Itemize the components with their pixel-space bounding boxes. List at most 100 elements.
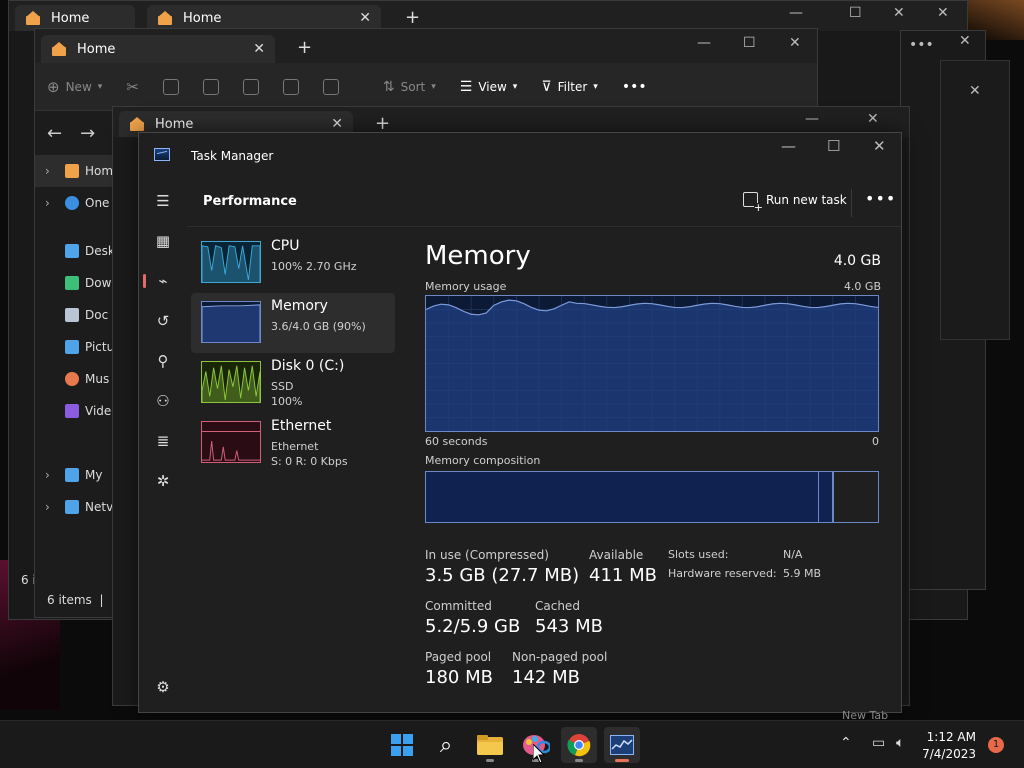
- network-status-icon[interactable]: ▭: [872, 735, 885, 751]
- device-item-cpu[interactable]: CPU 100% 2.70 GHz: [191, 233, 395, 293]
- more-options-icon[interactable]: •••: [865, 189, 896, 208]
- new-tab-icon[interactable]: +: [297, 37, 312, 58]
- stat-paged-pool: Paged pool 180 MB: [425, 650, 493, 688]
- forward-arrow-icon[interactable]: →: [80, 123, 95, 144]
- settings-gear-icon[interactable]: ⚙: [151, 675, 175, 699]
- usage-area: [426, 300, 878, 431]
- device-list: CPU 100% 2.70 GHz Memory 3.6/4.0 GB (90%…: [191, 233, 395, 473]
- task-manager-window[interactable]: Task Manager — ☐ ✕ ☰ ▦ ⌁ ↺ ⚲ ⚇ ≣ ✲ ⚙ Per…: [138, 132, 902, 713]
- memory-thumbnail: [201, 301, 261, 343]
- total-memory: 4.0 GB: [833, 253, 881, 269]
- explorer-toolbar: ⊕ New ▾ ✂ ⇅ Sort ▾ ☰ View ▾ ⊽ Filter ▾ •••: [35, 63, 817, 111]
- sort-icon: ⇅: [382, 78, 395, 95]
- new-button[interactable]: ⊕ New ▾: [35, 78, 114, 96]
- maximize-icon[interactable]: ☐: [827, 137, 840, 155]
- hamburger-icon[interactable]: ☰: [151, 189, 175, 213]
- chrome-taskbar-button[interactable]: [561, 727, 597, 763]
- search-button[interactable]: ⌕: [428, 727, 464, 763]
- processes-icon[interactable]: ▦: [151, 229, 175, 253]
- maximize-icon[interactable]: ☐: [849, 5, 862, 21]
- folder-icon: [477, 735, 503, 755]
- more-icon[interactable]: •••: [909, 37, 934, 53]
- users-icon[interactable]: ⚇: [151, 389, 175, 413]
- explorer-tab-home[interactable]: Home ✕: [41, 35, 275, 63]
- close-window-icon[interactable]: ✕: [893, 5, 905, 21]
- new-tab-icon[interactable]: +: [405, 7, 420, 28]
- minimize-icon[interactable]: —: [697, 35, 711, 51]
- task-manager-taskbar-button[interactable]: [604, 727, 640, 763]
- home-icon: [65, 164, 79, 178]
- cut-button[interactable]: ✂: [114, 78, 151, 96]
- nav-rail: ☰ ▦ ⌁ ↺ ⚲ ⚇ ≣ ✲ ⚙: [139, 179, 187, 712]
- download-icon: [65, 276, 79, 290]
- startup-apps-icon[interactable]: ⚲: [151, 349, 175, 373]
- paste-button[interactable]: [191, 78, 231, 95]
- details-icon[interactable]: ≣: [151, 429, 175, 453]
- hw-reserved-label: Hardware reserved:: [668, 567, 777, 580]
- close-window-icon[interactable]: ✕: [959, 33, 971, 49]
- rename-button[interactable]: [231, 78, 271, 95]
- device-detail: SSD 100%: [271, 380, 303, 408]
- network-icon: [65, 500, 79, 514]
- copy-button[interactable]: [151, 78, 191, 95]
- close-tab-icon[interactable]: ✕: [359, 10, 371, 26]
- minimize-icon[interactable]: —: [805, 111, 819, 127]
- sort-button[interactable]: ⇅ Sort ▾: [371, 79, 448, 95]
- performance-icon[interactable]: ⌁: [143, 269, 175, 293]
- close-window-icon[interactable]: ✕: [937, 5, 949, 21]
- notification-badge[interactable]: 1: [988, 737, 1004, 753]
- view-button[interactable]: ☰ View ▾: [448, 79, 530, 95]
- file-explorer-taskbar-button[interactable]: [472, 727, 508, 763]
- minimize-icon[interactable]: —: [781, 137, 796, 155]
- cloud-icon: [65, 196, 79, 210]
- close-window-icon[interactable]: ✕: [969, 83, 981, 99]
- chevron-right-icon: ›: [45, 500, 50, 514]
- paste-icon: [202, 78, 219, 95]
- share-button[interactable]: [271, 78, 311, 95]
- stat-available: Available 411 MB: [589, 548, 657, 586]
- disk-thumbnail: [201, 361, 261, 403]
- run-new-task-button[interactable]: Run new task: [743, 192, 847, 213]
- composition-label: Memory composition: [425, 454, 541, 467]
- time-axis-right: 0: [872, 435, 879, 448]
- delete-button[interactable]: [311, 78, 351, 95]
- chevron-down-icon: ▾: [512, 81, 518, 92]
- device-item-memory[interactable]: Memory 3.6/4.0 GB (90%): [191, 293, 395, 353]
- close-tab-icon[interactable]: ✕: [331, 116, 343, 132]
- back-arrow-icon[interactable]: ←: [47, 123, 62, 144]
- stat-committed: Committed 5.2/5.9 GB: [425, 599, 521, 637]
- chevron-down-icon: ▾: [431, 81, 436, 92]
- title-bar[interactable]: Task Manager — ☐ ✕: [139, 133, 901, 179]
- new-tab-icon[interactable]: +: [375, 113, 390, 134]
- share-icon: [282, 78, 299, 95]
- desktop-icon: [65, 244, 79, 258]
- device-item-ethernet[interactable]: Ethernet Ethernet S: 0 R: 0 Kbps: [191, 413, 395, 473]
- close-window-icon[interactable]: ✕: [873, 137, 886, 155]
- window-title: Task Manager: [191, 149, 274, 163]
- device-item-disk[interactable]: Disk 0 (C:) SSD 100%: [191, 353, 395, 413]
- close-window-icon[interactable]: ✕: [867, 111, 879, 127]
- app-history-icon[interactable]: ↺: [151, 309, 175, 333]
- home-icon: [25, 11, 41, 25]
- composition-modified: [819, 472, 833, 522]
- services-icon[interactable]: ✲: [151, 469, 175, 493]
- start-button[interactable]: [384, 727, 420, 763]
- status-bar: 6 items |: [47, 593, 104, 607]
- detail-title: Memory: [425, 241, 531, 271]
- maximize-icon[interactable]: ☐: [743, 35, 756, 51]
- volume-icon[interactable]: 🔈︎: [896, 735, 904, 751]
- show-hidden-icons-chevron-icon[interactable]: ⌃: [840, 735, 852, 751]
- stat-in-use: In use (Compressed) 3.5 GB (27.7 MB): [425, 548, 580, 586]
- task-manager-logo-icon: [154, 148, 170, 161]
- system-clock[interactable]: 1:12 AM 7/4/2023: [922, 729, 976, 763]
- filter-button[interactable]: ⊽ Filter ▾: [529, 79, 610, 95]
- explorer-window-back-3[interactable]: ✕: [940, 60, 1010, 340]
- close-window-icon[interactable]: ✕: [789, 35, 801, 51]
- more-button[interactable]: •••: [610, 79, 659, 95]
- close-tab-icon[interactable]: ✕: [253, 41, 265, 57]
- home-icon: [157, 11, 173, 25]
- more-icon: •••: [621, 78, 647, 95]
- document-icon: [65, 308, 79, 322]
- device-detail: Ethernet S: 0 R: 0 Kbps: [271, 440, 348, 468]
- minimize-icon[interactable]: —: [789, 5, 803, 21]
